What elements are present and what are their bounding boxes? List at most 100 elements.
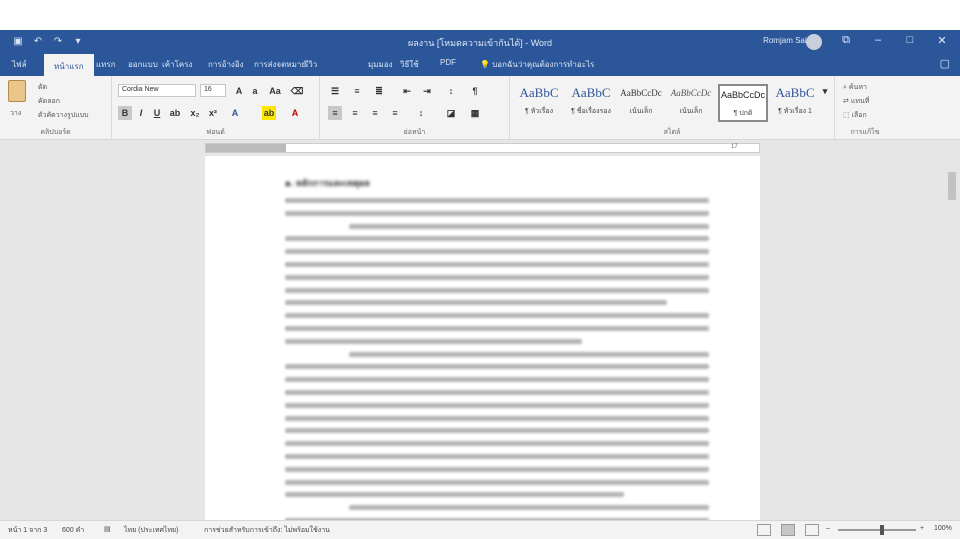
tab-review[interactable]: รีวิว bbox=[304, 58, 317, 71]
style-name: ¶ หัวเรื่อง 1 bbox=[778, 108, 812, 115]
increase-indent-button[interactable]: ⇥ bbox=[420, 84, 434, 98]
text-line bbox=[285, 377, 709, 383]
clear-formatting-button[interactable]: ⌫ bbox=[290, 84, 304, 98]
vertical-scrollbar[interactable] bbox=[948, 160, 956, 510]
style-name: ¶ ชื่อเรื่องรอง bbox=[571, 108, 611, 115]
text-line bbox=[349, 351, 709, 357]
tab-home[interactable]: หน้าแรก bbox=[44, 54, 94, 76]
tab-insert[interactable]: แทรก bbox=[96, 58, 116, 71]
text-line bbox=[285, 479, 709, 485]
line-spacing-button[interactable]: ↕ bbox=[414, 106, 428, 120]
style-title[interactable]: AaBbC ¶ หัวเรื่อง bbox=[514, 84, 564, 122]
strikethrough-button[interactable]: ab bbox=[168, 106, 182, 120]
text-line bbox=[285, 415, 709, 421]
style-normal[interactable]: AaBbCcDc ¶ ปกติ bbox=[718, 84, 768, 122]
sort-button[interactable]: ↕ bbox=[444, 84, 458, 98]
language-indicator[interactable]: ไทย (ประเทศไทย) bbox=[124, 525, 179, 536]
tab-extra[interactable]: PDF bbox=[440, 58, 456, 67]
paste-button[interactable]: วาง bbox=[8, 80, 30, 117]
tab-view[interactable]: มุมมอง bbox=[368, 58, 393, 71]
grow-font-button[interactable]: A bbox=[232, 84, 246, 98]
justify-button[interactable]: ≡ bbox=[388, 106, 402, 120]
title-bar: ▣ ↶ ↷ ▾ ผลงาน [โหมดความเข้ากันได้] - Wor… bbox=[0, 30, 960, 54]
scroll-thumb[interactable] bbox=[948, 172, 956, 200]
text-line bbox=[285, 249, 709, 255]
style-name: ¶ หัวเรื่อง bbox=[524, 108, 554, 115]
ribbon-options-icon[interactable]: ⧉ bbox=[840, 34, 852, 47]
accessibility-status[interactable]: การช่วยสำหรับการเข้าถึง: ไม่พร้อมใช้งาน bbox=[204, 525, 330, 536]
styles-group-label: สไตล์ bbox=[663, 129, 681, 136]
read-mode-button[interactable] bbox=[757, 524, 771, 536]
tab-layout[interactable]: เค้าโครง bbox=[162, 58, 192, 71]
style-subtitle[interactable]: AaBbC ¶ ชื่อเรื่องรอง bbox=[566, 84, 616, 122]
style-preview: AaBbCcDc bbox=[670, 88, 712, 98]
align-right-button[interactable]: ≡ bbox=[368, 106, 382, 120]
align-center-button[interactable]: ≡ bbox=[348, 106, 362, 120]
align-left-button[interactable]: ≡ bbox=[328, 106, 342, 120]
style-subtle-emphasis[interactable]: AaBbCcDc เน้นเล็ก bbox=[616, 84, 666, 122]
text-line bbox=[285, 287, 709, 293]
subscript-button[interactable]: x₂ bbox=[188, 106, 202, 120]
word-count[interactable]: 600 คำ bbox=[62, 525, 84, 536]
multilevel-list-button[interactable]: ≣ bbox=[372, 84, 386, 98]
show-marks-button[interactable]: ¶ bbox=[468, 84, 482, 98]
change-case-button[interactable]: Aa bbox=[268, 84, 282, 98]
tab-help[interactable]: วิธีใช้ bbox=[400, 58, 419, 71]
tab-mailings[interactable]: การส่งจดหมาย bbox=[254, 58, 306, 71]
paste-label: วาง bbox=[10, 110, 22, 117]
text-line bbox=[285, 428, 709, 434]
font-name-select[interactable]: Cordia New bbox=[118, 84, 196, 97]
web-layout-button[interactable] bbox=[805, 524, 819, 536]
proofing-icon[interactable]: ▤ bbox=[104, 525, 111, 533]
font-color-button[interactable]: A bbox=[288, 106, 302, 120]
text-line bbox=[285, 338, 582, 344]
zoom-level[interactable]: 100% bbox=[934, 525, 952, 532]
zoom-slider-thumb[interactable] bbox=[880, 525, 884, 535]
select-button[interactable]: ⬚ เลือก bbox=[843, 110, 867, 121]
highlight-button[interactable]: ab bbox=[262, 106, 276, 120]
text-line bbox=[285, 466, 709, 472]
style-preview: AaBbCcDc bbox=[720, 90, 765, 100]
copy-button[interactable]: คัดลอก bbox=[38, 96, 60, 107]
print-layout-button[interactable] bbox=[781, 524, 795, 536]
text-effects-button[interactable]: A bbox=[228, 106, 242, 120]
horizontal-ruler[interactable]: 17 bbox=[0, 140, 960, 292]
bold-button[interactable]: B bbox=[118, 106, 132, 120]
style-emphasis[interactable]: AaBbCcDc เน้นเล็ก bbox=[666, 84, 716, 122]
tab-references[interactable]: การอ้างอิง bbox=[208, 58, 244, 71]
comment-icon[interactable]: ▢ bbox=[940, 57, 950, 70]
styles-more-icon[interactable]: ▾ bbox=[818, 84, 832, 98]
avatar[interactable] bbox=[806, 34, 822, 50]
zoom-out-icon[interactable]: – bbox=[826, 525, 830, 532]
find-button[interactable]: ⌕ ค้นหา bbox=[843, 82, 867, 93]
text-line bbox=[285, 402, 709, 408]
tell-me-box[interactable]: 💡 บอกฉันว่าคุณต้องการทำอะไร bbox=[480, 58, 594, 71]
shading-button[interactable]: ◪ bbox=[444, 106, 458, 120]
maximize-icon[interactable]: □ bbox=[904, 34, 916, 47]
style-preview: AaBbC bbox=[571, 85, 611, 100]
text-line bbox=[285, 210, 709, 216]
italic-button[interactable]: I bbox=[134, 106, 148, 120]
minimize-icon[interactable]: – bbox=[872, 34, 884, 47]
decrease-indent-button[interactable]: ⇤ bbox=[400, 84, 414, 98]
underline-button[interactable]: U bbox=[150, 106, 164, 120]
superscript-button[interactable]: x² bbox=[206, 106, 220, 120]
numbering-button[interactable]: ≡ bbox=[350, 84, 364, 98]
replace-button[interactable]: ⇄ แทนที่ bbox=[843, 96, 869, 107]
clipboard-group-label: คลิปบอร์ด bbox=[40, 129, 71, 136]
style-heading-1[interactable]: AaBbC ¶ หัวเรื่อง 1 bbox=[770, 84, 820, 122]
font-size-select[interactable]: 16 bbox=[200, 84, 226, 97]
close-icon[interactable]: ✕ bbox=[936, 34, 948, 47]
tab-file[interactable]: ไฟล์ bbox=[12, 58, 27, 71]
bullets-button[interactable]: ☰ bbox=[328, 84, 342, 98]
zoom-slider[interactable] bbox=[838, 529, 916, 531]
format-painter-button[interactable]: ตัวคัดวางรูปแบบ bbox=[38, 110, 89, 121]
cut-button[interactable]: ตัด bbox=[38, 82, 47, 93]
shrink-font-button[interactable]: a bbox=[248, 84, 262, 98]
style-name: ¶ ปกติ bbox=[733, 110, 753, 117]
zoom-in-icon[interactable]: + bbox=[920, 525, 924, 532]
document-page[interactable]: ๑. หลักการและเหตุผล bbox=[205, 156, 760, 536]
tab-design[interactable]: ออกแบบ bbox=[128, 58, 158, 71]
borders-button[interactable]: ▦ bbox=[468, 106, 482, 120]
page-count[interactable]: หน้า 1 จาก 3 bbox=[8, 525, 47, 536]
